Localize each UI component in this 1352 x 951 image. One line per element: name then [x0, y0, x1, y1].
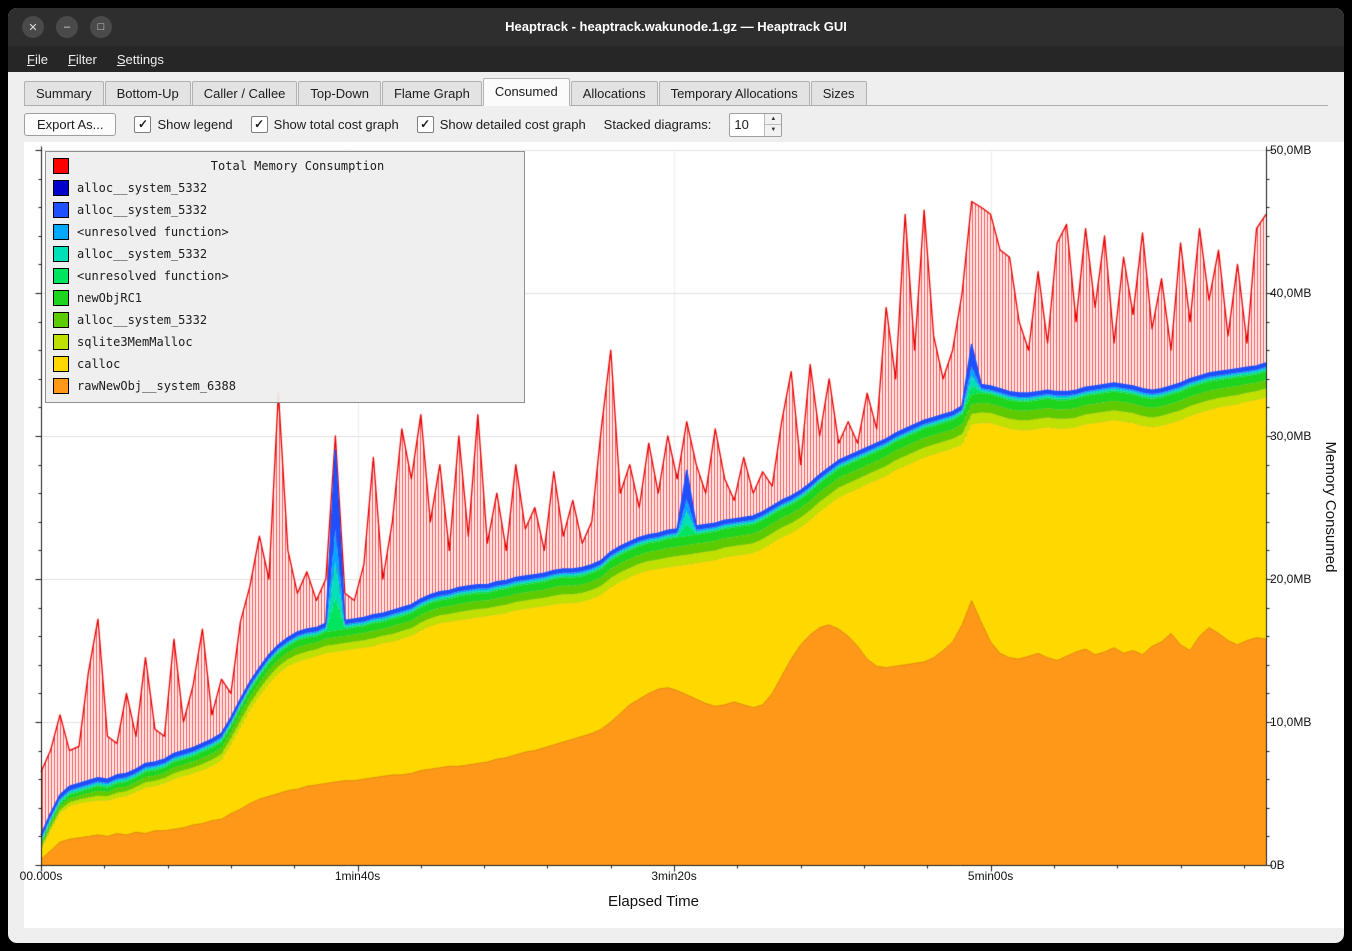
stacked-diagrams-label: Stacked diagrams: [604, 117, 712, 132]
checkmark-icon[interactable]: ✓ [251, 116, 268, 133]
x-axis-title: Elapsed Time [41, 893, 1266, 910]
legend-item: sqlite3MemMalloc [50, 331, 518, 353]
legend-item: alloc__system_5332 [50, 243, 518, 265]
legend-item: alloc__system_5332 [50, 309, 518, 331]
x-axis-label: 1min40s [323, 869, 393, 883]
checkmark-icon[interactable]: ✓ [134, 116, 151, 133]
spin-down-button[interactable]: ▼ [765, 124, 781, 136]
tab-temporary-allocations[interactable]: Temporary Allocations [659, 81, 810, 105]
legend-swatch [53, 202, 69, 218]
legend-item: newObjRC1 [50, 287, 518, 309]
legend-swatch [53, 180, 69, 196]
tab-sizes[interactable]: Sizes [811, 81, 867, 105]
legend-swatch [53, 356, 69, 372]
tab-allocations[interactable]: Allocations [571, 81, 658, 105]
y-axis-label: 40,0MB [1270, 286, 1311, 300]
legend-item: alloc__system_5332 [50, 177, 518, 199]
legend-swatch [53, 246, 69, 262]
y-axis-label: 0B [1270, 858, 1285, 872]
legend-label: Total Memory Consumption [77, 159, 518, 173]
tab-flame-graph[interactable]: Flame Graph [382, 81, 482, 105]
checkbox-show-detailed-cost-graph[interactable]: ✓ Show detailed cost graph [417, 116, 586, 133]
tab-bar: SummaryBottom-UpCaller / CalleeTop-DownF… [24, 78, 1328, 106]
checkbox-show-total-cost-graph[interactable]: ✓ Show total cost graph [251, 116, 399, 133]
close-icon[interactable]: ✕ [22, 16, 44, 38]
window-title: Heaptrack - heaptrack.wakunode.1.gz — He… [8, 8, 1344, 46]
menu-settings[interactable]: Settings [108, 49, 173, 70]
legend-swatch [53, 312, 69, 328]
legend-item: <unresolved function> [50, 265, 518, 287]
checkbox-label: Show detailed cost graph [440, 117, 586, 132]
legend-label: alloc__system_5332 [77, 313, 207, 327]
legend-label: rawNewObj__system_6388 [77, 379, 236, 393]
x-axis-label: 00.000s [8, 869, 76, 883]
checkbox-show-legend[interactable]: ✓ Show legend [134, 116, 232, 133]
toolbar: Export As... ✓ Show legend ✓ Show total cos… [24, 111, 1328, 138]
legend-swatch [53, 334, 69, 350]
checkbox-label: Show legend [157, 117, 232, 132]
legend-swatch [53, 290, 69, 306]
legend-label: alloc__system_5332 [77, 203, 207, 217]
legend-item: <unresolved function> [50, 221, 518, 243]
y-axis-label: 10,0MB [1270, 715, 1311, 729]
x-axis-label: 5min00s [956, 869, 1026, 883]
y-axis-title: Memory Consumed [1322, 442, 1339, 573]
legend-swatch [53, 224, 69, 240]
menu-file[interactable]: File [18, 49, 57, 70]
y-axis-label: 20,0MB [1270, 572, 1311, 586]
menu-bar: FileFilterSettings [8, 46, 1344, 72]
tab-caller-callee[interactable]: Caller / Callee [192, 81, 298, 105]
legend-label: calloc [77, 357, 120, 371]
legend-label: alloc__system_5332 [77, 247, 207, 261]
legend-item: rawNewObj__system_6388 [50, 375, 518, 397]
x-axis-label: 3min20s [639, 869, 709, 883]
legend-swatch [53, 158, 69, 174]
minimize-icon[interactable]: – [56, 16, 78, 38]
tab-bottom-up[interactable]: Bottom-Up [105, 81, 191, 105]
window-controls: ✕ – □ [22, 16, 112, 38]
legend-label: alloc__system_5332 [77, 181, 207, 195]
legend-swatch [53, 378, 69, 394]
tab-consumed[interactable]: Consumed [483, 78, 570, 106]
consumed-chart-panel: Total Memory Consumption alloc__system_53… [24, 142, 1344, 928]
titlebar: ✕ – □ Heaptrack - heaptrack.wakunode.1.g… [8, 8, 1344, 46]
export-as-button[interactable]: Export As... [24, 113, 116, 136]
legend-item: alloc__system_5332 [50, 199, 518, 221]
tab-top-down[interactable]: Top-Down [298, 81, 381, 105]
legend-label: sqlite3MemMalloc [77, 335, 193, 349]
legend-swatch [53, 268, 69, 284]
tab-summary[interactable]: Summary [24, 81, 104, 105]
checkbox-label: Show total cost graph [274, 117, 399, 132]
y-axis-label: 30,0MB [1270, 429, 1311, 443]
menu-filter[interactable]: Filter [59, 49, 106, 70]
spinbox-value[interactable]: 10 [730, 114, 764, 136]
chart-legend: Total Memory Consumption alloc__system_53… [45, 151, 525, 403]
heaptrack-window: ✕ – □ Heaptrack - heaptrack.wakunode.1.g… [8, 8, 1344, 943]
spinbox-buttons: ▲ ▼ [764, 114, 781, 136]
legend-label: <unresolved function> [77, 269, 229, 283]
spin-up-button[interactable]: ▲ [765, 114, 781, 125]
stacked-diagrams-spinbox[interactable]: 10 ▲ ▼ [729, 113, 782, 137]
checkmark-icon[interactable]: ✓ [417, 116, 434, 133]
legend-label: <unresolved function> [77, 225, 229, 239]
legend-title-row: Total Memory Consumption [50, 155, 518, 177]
legend-item: calloc [50, 353, 518, 375]
maximize-icon[interactable]: □ [90, 16, 112, 38]
y-axis-label: 50,0MB [1270, 143, 1311, 157]
legend-label: newObjRC1 [77, 291, 142, 305]
